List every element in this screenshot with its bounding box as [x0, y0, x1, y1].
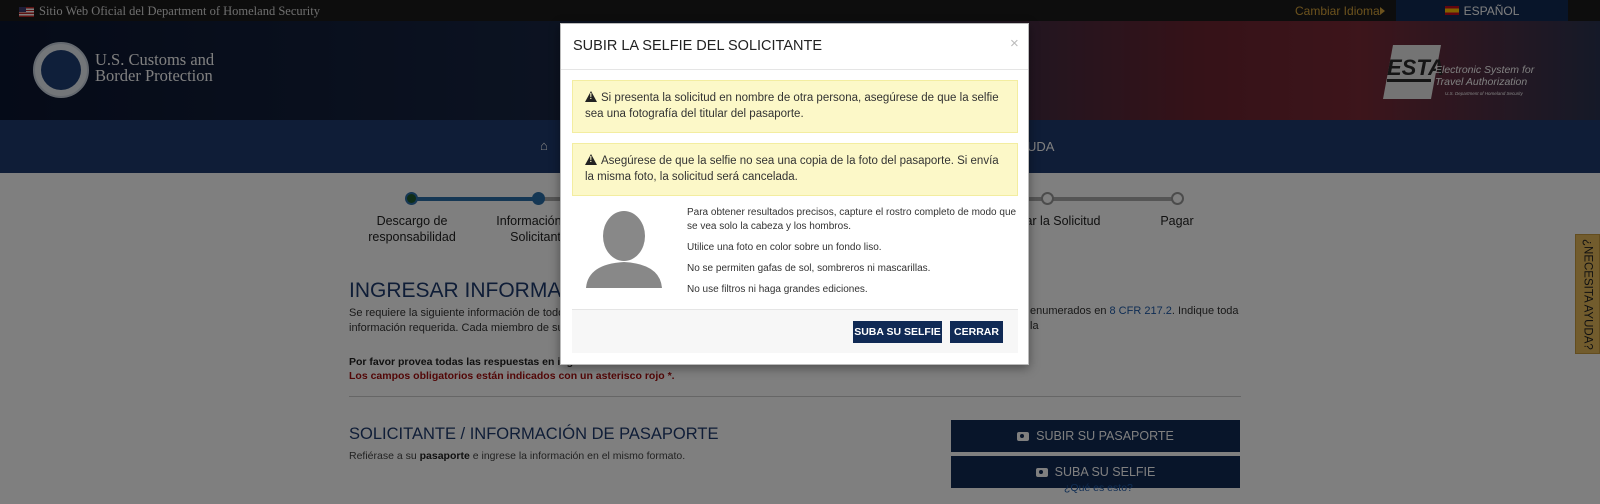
- upload-selfie-modal-button[interactable]: SUBA SU SELFIE: [853, 321, 942, 343]
- modal-header-divider: [561, 69, 1028, 70]
- instruction-2: Utilice una foto en color sobre un fondo…: [687, 242, 882, 253]
- modal-footer: SUBA SU SELFIE CERRAR: [572, 309, 1018, 353]
- modal-title: SUBIR LA SELFIE DEL SOLICITANTE: [573, 38, 822, 54]
- warning-alert-1: Si presenta la solicitud en nombre de ot…: [572, 80, 1018, 133]
- close-modal-button[interactable]: CERRAR: [950, 321, 1003, 343]
- warning-icon: [585, 154, 597, 165]
- warning-alert-2: Asegúrese de que la selfie no sea una co…: [572, 143, 1018, 196]
- instruction-4: No use filtros ni haga grandes ediciones…: [687, 284, 868, 295]
- close-icon[interactable]: ×: [1010, 35, 1019, 52]
- instruction-3: No se permiten gafas de sol, sombreros n…: [687, 263, 931, 274]
- avatar-placeholder-icon: [586, 211, 662, 288]
- instruction-1: Para obtener resultados precisos, captur…: [687, 207, 1017, 232]
- warning-1-text: Si presenta la solicitud en nombre de ot…: [585, 92, 999, 120]
- warning-2-text: Asegúrese de que la selfie no sea una co…: [585, 155, 999, 183]
- selfie-upload-modal: SUBIR LA SELFIE DEL SOLICITANTE × Si pre…: [560, 23, 1029, 365]
- warning-icon: [585, 91, 597, 102]
